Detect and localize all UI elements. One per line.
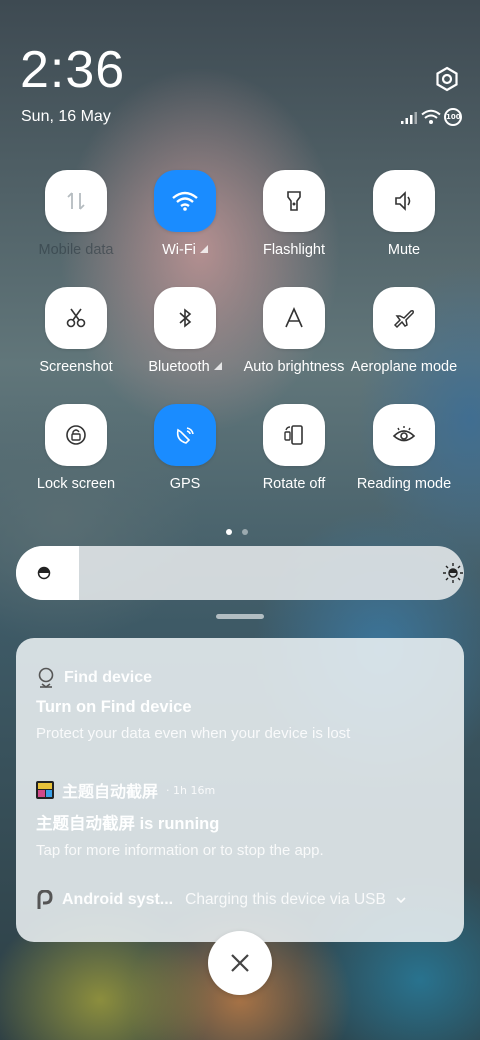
tile-label: Aeroplane mode bbox=[350, 359, 458, 375]
page-indicator bbox=[226, 520, 258, 539]
settings-button[interactable] bbox=[432, 64, 462, 94]
tile-label: Mobile data bbox=[38, 242, 114, 258]
lock-screen-icon bbox=[66, 425, 86, 445]
tile-label: Mute bbox=[387, 242, 421, 258]
brightness-slider[interactable] bbox=[16, 546, 464, 600]
notification-theme-screenshot[interactable]: 主题自动截屏 · 1h 16m 主题自动截屏 is running Tap fo… bbox=[36, 778, 446, 859]
notification-app-name: 主题自动截屏 bbox=[62, 784, 159, 801]
signal-icon bbox=[401, 112, 417, 124]
bluetooth-icon bbox=[179, 308, 192, 328]
rotate-icon bbox=[284, 425, 303, 445]
clock: 2:36 bbox=[20, 41, 126, 99]
tile-reading-mode[interactable]: Reading mode bbox=[349, 404, 459, 492]
tile-flashlight[interactable]: Flashlight bbox=[239, 170, 349, 258]
wifi-icon bbox=[172, 191, 198, 211]
mobile-data-button[interactable] bbox=[45, 170, 107, 232]
auto-brightness-button[interactable] bbox=[263, 287, 325, 349]
more-options-icon[interactable] bbox=[213, 362, 222, 370]
tile-mobile-data[interactable]: Mobile data bbox=[21, 170, 131, 258]
close-icon bbox=[231, 954, 249, 972]
brightness-high-icon bbox=[443, 563, 463, 583]
notification-body: Protect your data even when your device … bbox=[36, 725, 351, 742]
wifi-status-icon bbox=[421, 109, 441, 124]
notification-title: 主题自动截屏 is running bbox=[36, 815, 220, 833]
scissors-icon bbox=[66, 308, 86, 328]
tile-label: Reading mode bbox=[356, 476, 452, 492]
tile-label: GPS bbox=[169, 476, 201, 492]
location-pin-icon bbox=[38, 667, 54, 688]
notification-android-system[interactable]: Android syst... Charging this device via… bbox=[36, 890, 446, 910]
chevron-down-icon[interactable] bbox=[394, 893, 408, 907]
tile-gps[interactable]: GPS bbox=[130, 404, 240, 492]
tile-bluetooth[interactable]: Bluetooth bbox=[130, 287, 240, 375]
bluetooth-button[interactable] bbox=[154, 287, 216, 349]
android-system-icon bbox=[37, 890, 53, 909]
notification-time: · 1h 16m bbox=[166, 783, 216, 797]
speaker-icon bbox=[395, 191, 411, 211]
tile-aeroplane-mode[interactable]: Aeroplane mode bbox=[349, 287, 459, 375]
tile-rotate[interactable]: Rotate off bbox=[239, 404, 349, 492]
notification-body: Tap for more information or to stop the … bbox=[36, 842, 324, 859]
page-dot[interactable] bbox=[242, 529, 248, 535]
notification-find-device[interactable]: Find device Turn on Find device Protect … bbox=[36, 666, 446, 742]
tile-screenshot[interactable]: Screenshot bbox=[21, 287, 131, 375]
tile-label: Lock screen bbox=[36, 476, 116, 492]
aeroplane-mode-button[interactable] bbox=[373, 287, 435, 349]
tile-lock-screen[interactable]: Lock screen bbox=[21, 404, 131, 492]
drag-handle[interactable] bbox=[216, 614, 264, 619]
tile-label: Bluetooth bbox=[148, 359, 210, 375]
brightness-low-icon bbox=[37, 566, 51, 580]
tile-label: Rotate off bbox=[262, 476, 326, 492]
mute-button[interactable] bbox=[373, 170, 435, 232]
gps-button[interactable] bbox=[154, 404, 216, 466]
tile-wifi[interactable]: Wi-Fi bbox=[130, 170, 240, 258]
tile-label: Wi-Fi bbox=[162, 242, 196, 258]
eye-icon bbox=[392, 426, 416, 442]
flashlight-icon bbox=[287, 191, 301, 211]
rotate-button[interactable] bbox=[263, 404, 325, 466]
auto-brightness-icon bbox=[285, 307, 303, 328]
tile-label: Screenshot bbox=[39, 359, 113, 375]
app-thumbnail-icon bbox=[36, 781, 54, 799]
clear-notifications-button[interactable] bbox=[208, 931, 272, 995]
wifi-button[interactable] bbox=[154, 170, 216, 232]
tile-mute[interactable]: Mute bbox=[349, 170, 459, 258]
notification-panel: Find device Turn on Find device Protect … bbox=[16, 638, 464, 942]
notification-app-name: Find device bbox=[64, 669, 153, 686]
notification-title: Turn on Find device bbox=[36, 698, 192, 716]
status-bar: 2:36 Sun, 16 May 100 bbox=[0, 0, 480, 140]
date: Sun, 16 May bbox=[21, 108, 111, 125]
aeroplane-icon bbox=[393, 310, 414, 329]
page-dot-active[interactable] bbox=[226, 529, 232, 535]
more-options-icon[interactable] bbox=[199, 245, 208, 253]
flashlight-button[interactable] bbox=[263, 170, 325, 232]
mobile-data-icon bbox=[67, 192, 85, 210]
system-icons: 100 bbox=[400, 108, 464, 128]
notification-app-name: Android syst... bbox=[62, 891, 174, 908]
reading-mode-button[interactable] bbox=[373, 404, 435, 466]
lock-screen-button[interactable] bbox=[45, 404, 107, 466]
battery-icon: 100 bbox=[444, 108, 462, 126]
gps-icon bbox=[176, 427, 194, 444]
tile-auto-brightness[interactable]: Auto brightness bbox=[239, 287, 349, 375]
screenshot-button[interactable] bbox=[45, 287, 107, 349]
tile-label: Flashlight bbox=[262, 242, 326, 258]
gear-icon bbox=[436, 66, 458, 92]
notification-message: Charging this device via USB bbox=[185, 891, 386, 908]
tile-label: Auto brightness bbox=[243, 359, 345, 375]
